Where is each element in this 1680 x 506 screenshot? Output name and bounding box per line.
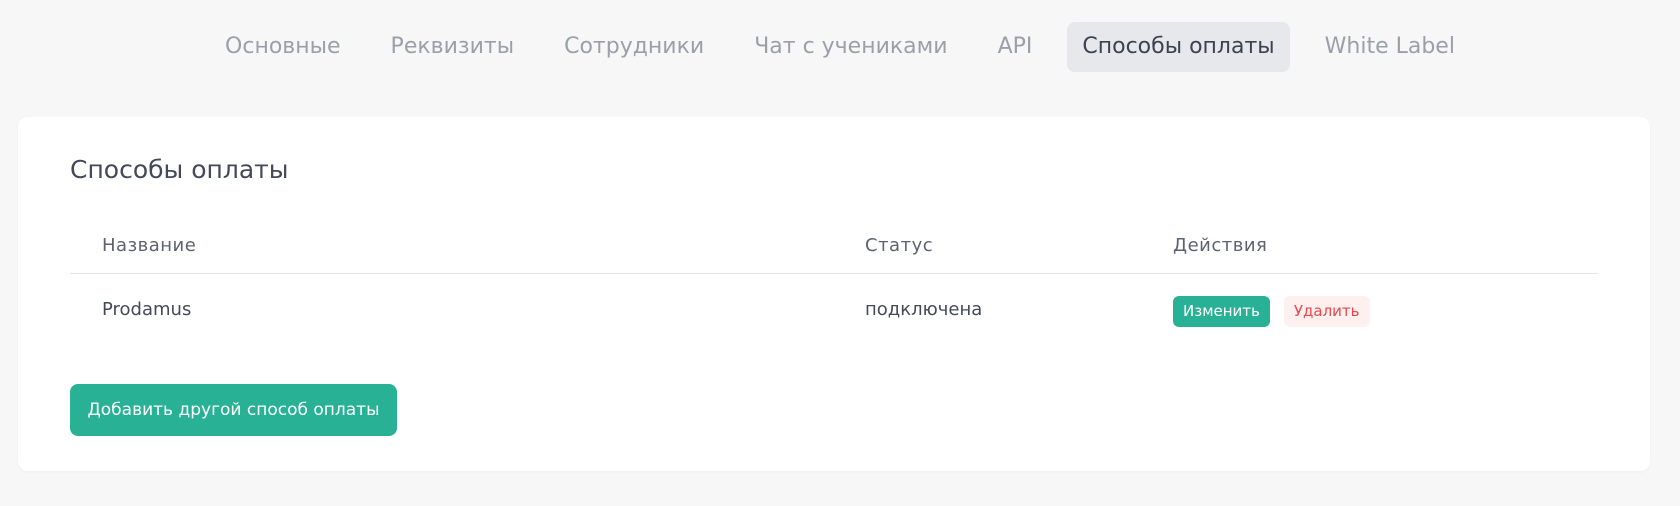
payment-methods-card: Способы оплаты Название Статус Действия … (18, 117, 1650, 471)
table-header: Название Статус Действия (70, 217, 1598, 274)
delete-button[interactable]: Удалить (1283, 296, 1370, 327)
row-actions: Изменить Удалить (1173, 296, 1370, 327)
header-name: Название (102, 235, 197, 256)
card-title: Способы оплаты (70, 155, 289, 184)
tab-white-label[interactable]: White Label (1310, 22, 1470, 72)
payment-methods-table: Название Статус Действия Prodamus подклю… (70, 217, 1598, 346)
tab-payment-methods[interactable]: Способы оплаты (1067, 22, 1290, 72)
tab-requisites[interactable]: Реквизиты (376, 22, 530, 72)
row-name: Prodamus (102, 299, 192, 320)
tab-student-chat[interactable]: Чат с учениками (739, 22, 962, 72)
header-actions: Действия (1173, 235, 1268, 256)
tab-employees[interactable]: Сотрудники (549, 22, 719, 72)
tab-basic[interactable]: Основные (210, 22, 356, 72)
tab-api[interactable]: API (983, 22, 1048, 72)
add-payment-method-button[interactable]: Добавить другой способ оплаты (70, 384, 397, 436)
edit-button[interactable]: Изменить (1173, 296, 1270, 327)
table-row: Prodamus подключена Изменить Удалить (70, 274, 1598, 346)
settings-tabs: Основные Реквизиты Сотрудники Чат с учен… (0, 22, 1680, 72)
row-status: подключена (865, 299, 983, 320)
header-status: Статус (865, 235, 934, 256)
